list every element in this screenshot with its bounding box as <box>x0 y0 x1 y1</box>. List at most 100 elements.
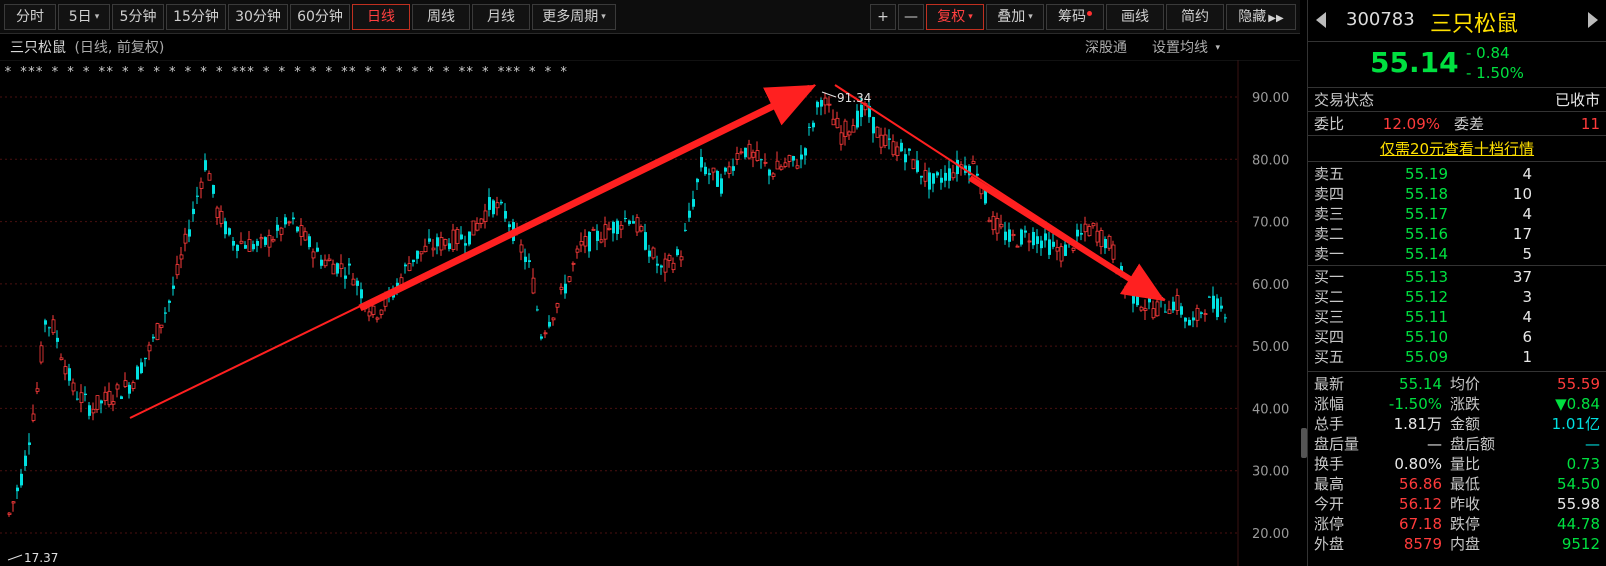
period-button-6[interactable]: 日线 <box>352 4 410 30</box>
panel-collapse-handle[interactable] <box>1301 428 1307 458</box>
ten-level-quote-link[interactable]: 仅需20元查看十档行情 <box>1308 136 1606 162</box>
order-book-level-label: 卖四 <box>1314 185 1345 203</box>
order-book-row[interactable]: 卖三 55.17 4 <box>1308 204 1606 224</box>
trade-status-label: 交易状态 <box>1314 91 1375 109</box>
app-window: 分时 5日 ▾ 5分钟 15分钟 30分钟 60分钟 日线 周线 月线 更多周期 ▾ + — 复权 ▾ 叠加 ▾ 筹… <box>0 0 1606 566</box>
order-book-row[interactable]: 买五 55.09 1 <box>1308 347 1606 367</box>
period-button-label: 15分钟 <box>173 9 219 25</box>
candle-body <box>1076 229 1079 237</box>
kline-chart[interactable]: 90.00 80.00 70.00 60.00 50.00 40.00 30.00 20.00… <box>0 60 1300 566</box>
candle-body <box>1107 235 1112 249</box>
zoom-in-button[interactable]: + <box>870 4 896 30</box>
period-button-4[interactable]: 30分钟 <box>228 4 288 30</box>
candle-body <box>948 168 951 181</box>
period-button-7[interactable]: 周线 <box>412 4 470 30</box>
candle-body <box>296 226 299 232</box>
candle-body <box>612 221 615 234</box>
candle-body <box>1104 239 1107 249</box>
candle-body <box>1004 231 1007 241</box>
period-button-2[interactable]: 5分钟 <box>112 4 164 30</box>
candle-body <box>839 132 844 145</box>
candle-body <box>316 247 319 252</box>
order-book: 卖五 55.19 4 卖四 55.18 10 卖三 55.17 4 卖二 55.16 17 卖一 55.1… <box>1308 162 1606 372</box>
candle-body <box>531 277 536 294</box>
chart-period-info: (日线, 前复权) <box>74 40 165 56</box>
candle-body <box>588 231 591 252</box>
candle-body <box>1008 229 1011 242</box>
candle-body <box>1032 231 1035 246</box>
stat-value: 0.80% <box>1394 455 1442 473</box>
candle-body <box>252 244 255 250</box>
chevron-down-icon: ▾ <box>601 12 606 22</box>
order-book-volume: 1 <box>1522 348 1532 366</box>
candle-body <box>423 245 428 253</box>
candle-body <box>508 224 511 228</box>
candle-body <box>847 131 852 136</box>
period-button-0[interactable]: 分时 <box>4 4 56 30</box>
candle-body <box>932 173 935 184</box>
price-change-pct: - 1.50% <box>1466 64 1524 82</box>
period-button-5[interactable]: 60分钟 <box>290 4 350 30</box>
candle-body <box>519 244 524 253</box>
candle-body <box>747 143 752 159</box>
candle-body <box>835 117 840 129</box>
order-book-row[interactable]: 卖一 55.14 5 <box>1308 244 1606 264</box>
candle-body <box>196 195 199 197</box>
adjust-button[interactable]: 复权 ▾ <box>926 4 984 30</box>
order-book-price: 55.11 <box>1405 308 1448 326</box>
candle-body <box>763 161 768 164</box>
stat-label: 量比 <box>1450 455 1481 473</box>
candle-body <box>1195 307 1200 321</box>
candle-body <box>540 336 543 339</box>
previous-stock-icon[interactable] <box>1316 12 1326 28</box>
order-book-row[interactable]: 卖二 55.16 17 <box>1308 224 1606 244</box>
order-book-volume: 6 <box>1522 328 1532 346</box>
hide-button[interactable]: 隐藏 ▶▶ <box>1226 4 1296 30</box>
candle-body <box>204 160 207 171</box>
order-book-row[interactable]: 卖五 55.19 4 <box>1308 164 1606 184</box>
simple-button[interactable]: 简约 <box>1166 4 1224 30</box>
order-book-volume: 4 <box>1522 205 1532 223</box>
candle-body <box>1167 309 1172 315</box>
candle-body <box>311 251 316 259</box>
order-book-row[interactable]: 买二 55.12 3 <box>1308 287 1606 307</box>
y-tick-label: 30.00 <box>1252 465 1289 480</box>
stat-value: ▼0.84 <box>1555 395 1600 413</box>
ma-settings-button[interactable]: 设置均线 ▾ <box>1152 36 1220 60</box>
stat-value: 55.59 <box>1557 375 1600 393</box>
candle-body <box>1184 317 1187 322</box>
stat-label: 内盘 <box>1450 535 1481 553</box>
chart-stock-name: 三只松鼠 <box>10 40 66 56</box>
candle-body <box>739 151 744 154</box>
order-book-row[interactable]: 卖四 55.18 10 <box>1308 184 1606 204</box>
candle-body <box>483 210 488 223</box>
candle-body <box>336 263 339 274</box>
candle-body <box>344 275 347 279</box>
order-book-row[interactable]: 买三 55.11 4 <box>1308 307 1606 327</box>
stat-label: 外盘 <box>1314 535 1345 553</box>
candle-body <box>1143 308 1148 311</box>
zoom-out-button[interactable]: — <box>898 4 924 30</box>
stat-value: 67.18 <box>1399 515 1442 533</box>
candle-body <box>100 400 103 404</box>
draw-button[interactable]: 画线 <box>1106 4 1164 30</box>
candle-body <box>428 238 431 242</box>
candle-body <box>779 166 784 170</box>
y-tick-label: 90.00 <box>1252 91 1289 106</box>
period-button-3[interactable]: 15分钟 <box>166 4 226 30</box>
candle-body <box>215 207 220 218</box>
candle-body <box>940 177 943 183</box>
period-button-9[interactable]: 更多周期 ▾ <box>532 4 616 30</box>
overlay-button[interactable]: 叠加 ▾ <box>986 4 1044 30</box>
chips-button[interactable]: 筹码 <box>1046 4 1104 30</box>
order-book-row[interactable]: 买四 55.10 6 <box>1308 327 1606 347</box>
order-book-level-label: 买四 <box>1314 328 1345 346</box>
shen-gu-tong-link[interactable]: 深股通 <box>1085 36 1127 60</box>
period-button-8[interactable]: 月线 <box>472 4 530 30</box>
notification-dot-icon <box>1087 11 1092 16</box>
order-book-row[interactable]: 买一 55.13 37 <box>1308 267 1606 287</box>
candle-body <box>479 218 484 224</box>
candle-body <box>1064 244 1067 256</box>
next-stock-icon[interactable] <box>1588 12 1598 28</box>
period-button-1[interactable]: 5日 ▾ <box>58 4 110 30</box>
